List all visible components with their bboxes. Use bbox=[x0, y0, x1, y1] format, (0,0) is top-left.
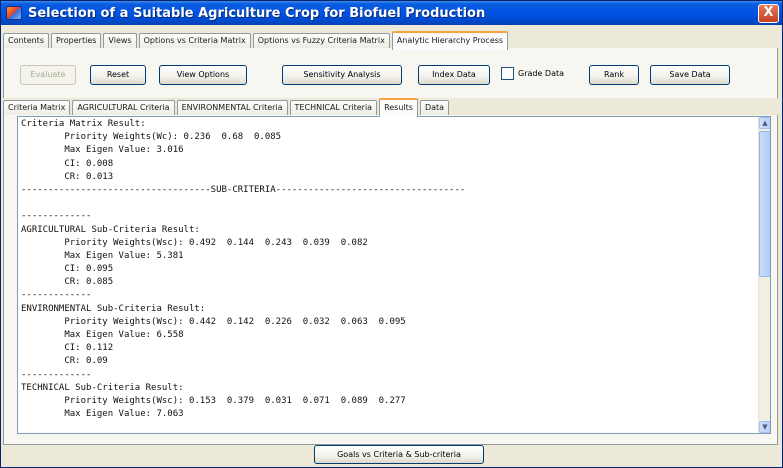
tab-options-vs-criteria-matrix[interactable]: Options vs Criteria Matrix bbox=[138, 33, 251, 49]
results-line: CI: 0.008 bbox=[21, 158, 114, 169]
results-line: Priority Weights(Wsc): 0.153 0.379 0.031… bbox=[21, 395, 406, 406]
view-options-button[interactable]: View Options bbox=[159, 65, 247, 85]
results-line: Max Eigen Value: 5.381 bbox=[21, 250, 184, 261]
tab-agricultural-criteria[interactable]: AGRICULTURAL Criteria bbox=[72, 100, 175, 116]
grade-data-label: Grade Data bbox=[518, 69, 565, 78]
main-tab-bar: Contents Properties Views Options vs Cri… bbox=[3, 31, 510, 50]
sensitivity-analysis-button[interactable]: Sensitivity Analysis bbox=[282, 65, 402, 85]
scroll-down-icon[interactable]: ▼ bbox=[759, 421, 770, 433]
results-line: TECHNICAL Sub-Criteria Result: bbox=[21, 382, 184, 393]
results-line: CI: 0.112 bbox=[21, 343, 114, 354]
results-line: Priority Weights(Wc): 0.236 0.68 0.085 bbox=[21, 132, 282, 143]
tab-data[interactable]: Data bbox=[419, 100, 450, 116]
vertical-scrollbar[interactable]: ▲ ▼ bbox=[758, 117, 770, 433]
results-line: CI: 0.095 bbox=[21, 264, 114, 275]
rank-button[interactable]: Rank bbox=[589, 65, 639, 85]
results-line: CR: 0.085 bbox=[21, 277, 114, 288]
results-line: ENVIRONMENTAL Sub-Criteria Result: bbox=[21, 303, 206, 314]
tab-criteria-matrix[interactable]: Criteria Matrix bbox=[3, 100, 71, 116]
results-text-area[interactable]: Criteria Matrix Result: Priority Weights… bbox=[17, 116, 771, 434]
results-line: AGRICULTURAL Sub-Criteria Result: bbox=[21, 224, 200, 235]
grade-data-checkbox[interactable] bbox=[501, 67, 514, 80]
results-line: Priority Weights(Wsc): 0.492 0.144 0.243… bbox=[21, 237, 368, 248]
results-line: ------------- bbox=[21, 369, 92, 380]
goals-vs-criteria-button[interactable]: Goals vs Criteria & Sub-criteria bbox=[314, 445, 484, 464]
results-line: -----------------------------------SUB-C… bbox=[21, 184, 466, 195]
close-button[interactable]: X bbox=[758, 4, 779, 23]
save-data-button[interactable]: Save Data bbox=[650, 65, 730, 85]
scroll-up-icon[interactable]: ▲ bbox=[759, 117, 770, 129]
index-data-button[interactable]: Index Data bbox=[418, 65, 490, 85]
window-title: Selection of a Suitable Agriculture Crop… bbox=[28, 5, 486, 21]
tab-results[interactable]: Results bbox=[379, 98, 418, 117]
results-line bbox=[21, 197, 759, 210]
app-window: Selection of a Suitable Agriculture Crop… bbox=[0, 0, 783, 468]
results-line: ------------- bbox=[21, 211, 92, 222]
results-line: ------------- bbox=[21, 290, 92, 301]
results-line: Priority Weights(Wsc): 0.442 0.142 0.226… bbox=[21, 316, 406, 327]
evaluate-button[interactable]: Evaluate bbox=[20, 65, 76, 85]
tab-analytic-hierarchy-process[interactable]: Analytic Hierarchy Process bbox=[391, 31, 509, 50]
tab-properties[interactable]: Properties bbox=[50, 33, 102, 49]
tab-views[interactable]: Views bbox=[103, 33, 137, 49]
results-line: Max Eigen Value: 6.558 bbox=[21, 330, 184, 340]
results-line: CR: 0.013 bbox=[21, 171, 114, 182]
tab-options-vs-fuzzy-criteria-matrix[interactable]: Options vs Fuzzy Criteria Matrix bbox=[252, 33, 390, 49]
scroll-thumb[interactable] bbox=[759, 131, 770, 277]
results-text: Criteria Matrix Result: Priority Weights… bbox=[21, 118, 759, 421]
tab-environmental-criteria[interactable]: ENVIRONMENTAL Criteria bbox=[176, 100, 288, 116]
app-icon bbox=[6, 6, 22, 20]
grade-data-toggle[interactable]: Grade Data bbox=[501, 67, 564, 80]
tab-technical-criteria[interactable]: TECHNICAL Criteria bbox=[289, 100, 378, 116]
results-line: CR: 0.09 bbox=[21, 356, 108, 367]
title-bar[interactable]: Selection of a Suitable Agriculture Crop… bbox=[1, 1, 782, 25]
results-line: Criteria Matrix Result: bbox=[21, 119, 146, 129]
results-line: Max Eigen Value: 7.063 bbox=[21, 409, 184, 420]
reset-button[interactable]: Reset bbox=[90, 65, 146, 85]
tab-contents[interactable]: Contents bbox=[3, 33, 49, 49]
results-line: Max Eigen Value: 3.016 bbox=[21, 145, 184, 156]
sub-tab-bar: Criteria Matrix AGRICULTURAL Criteria EN… bbox=[3, 98, 451, 117]
